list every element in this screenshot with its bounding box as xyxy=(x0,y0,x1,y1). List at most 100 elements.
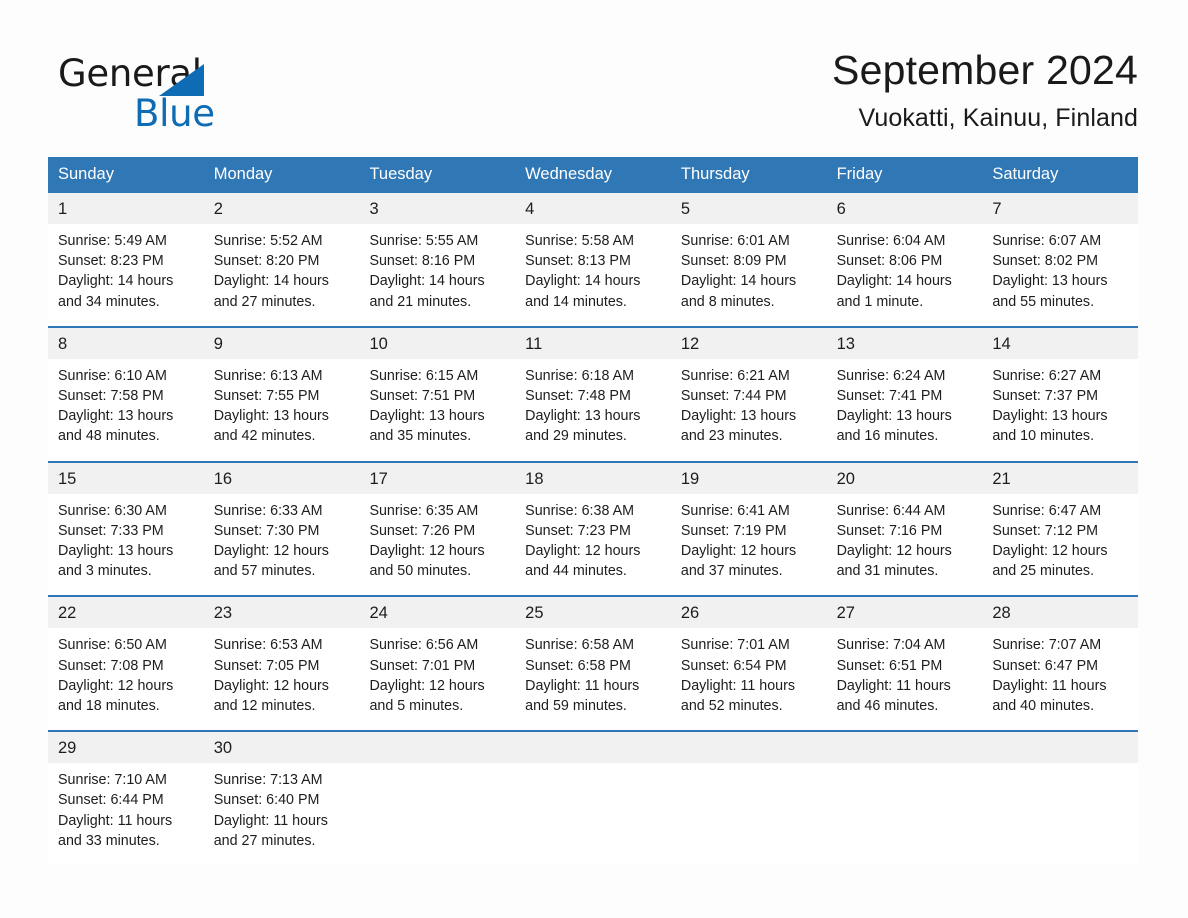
day-number[interactable]: 24 xyxy=(359,597,515,628)
day-detail-strip: Sunrise: 6:30 AM Sunset: 7:33 PM Daylight:… xyxy=(48,493,1139,596)
daylight-2-text: and 10 minutes. xyxy=(992,428,1095,445)
day-cell[interactable]: Sunrise: 6:41 AM Sunset: 7:19 PM Daylight:… xyxy=(670,493,827,596)
daylight-1-text: Daylight: 13 hours xyxy=(525,408,641,425)
day-number[interactable]: 19 xyxy=(671,463,827,494)
daylight-1-text: Daylight: 13 hours xyxy=(992,273,1108,290)
day-number[interactable]: 3 xyxy=(359,193,515,224)
sunrise-text: Sunrise: 6:58 AM xyxy=(525,637,635,654)
page-header: General Blue September 2024 Vuokatti, Ka… xyxy=(48,44,1138,144)
daylight-2-text: and 55 minutes. xyxy=(992,293,1095,310)
day-number[interactable]: 25 xyxy=(515,597,671,628)
daylight-2-text: and 33 minutes. xyxy=(58,832,160,849)
daylight-1-text: Daylight: 12 hours xyxy=(213,543,329,560)
day-cell[interactable]: Sunrise: 6:30 AM Sunset: 7:33 PM Daylight:… xyxy=(48,493,204,596)
sunrise-text: Sunrise: 6:27 AM xyxy=(992,367,1102,384)
sunset-text: Sunset: 8:02 PM xyxy=(992,253,1099,270)
weekday-header-tuesday: Tuesday xyxy=(369,165,433,183)
sunrise-text: Sunrise: 6:04 AM xyxy=(836,233,946,249)
day-number[interactable]: 7 xyxy=(982,193,1138,224)
sunrise-text: Sunrise: 5:58 AM xyxy=(525,233,635,249)
weekday-header-thursday: Thursday xyxy=(680,165,750,183)
day-cell[interactable]: Sunrise: 6:21 AM Sunset: 7:44 PM Daylight:… xyxy=(670,358,827,461)
day-number[interactable]: 4 xyxy=(515,193,671,224)
day-cell[interactable]: Sunrise: 6:44 AM Sunset: 7:16 PM Daylight:… xyxy=(826,493,983,596)
day-number[interactable]: 14 xyxy=(982,328,1138,359)
day-cell[interactable]: Sunrise: 6:35 AM Sunset: 7:26 PM Daylight:… xyxy=(359,493,516,596)
daylight-1-text: Daylight: 14 hours xyxy=(836,273,952,290)
day-number[interactable]: 20 xyxy=(827,463,983,494)
day-number[interactable]: 29 xyxy=(48,732,204,763)
day-number[interactable]: 30 xyxy=(204,732,360,763)
day-cell[interactable]: Sunrise: 7:07 AM Sunset: 6:47 PM Daylight:… xyxy=(982,628,1139,731)
day-cell[interactable]: Sunrise: 7:01 AM Sunset: 6:54 PM Daylight:… xyxy=(670,628,827,731)
day-cell[interactable]: Sunrise: 5:55 AM Sunset: 8:16 PM Daylight:… xyxy=(359,224,516,326)
day-number[interactable]: 9 xyxy=(204,328,360,359)
day-cell[interactable]: Sunrise: 6:27 AM Sunset: 7:37 PM Daylight:… xyxy=(982,358,1139,461)
day-cell[interactable]: Sunrise: 6:07 AM Sunset: 8:02 PM Daylight:… xyxy=(982,224,1139,326)
day-number[interactable]: 6 xyxy=(827,193,983,224)
daylight-2-text: and 8 minutes. xyxy=(680,293,775,310)
daylight-2-text: and 52 minutes. xyxy=(680,698,783,715)
day-cell[interactable]: Sunrise: 5:58 AM Sunset: 8:13 PM Daylight:… xyxy=(515,224,671,326)
day-number[interactable]: 11 xyxy=(515,328,671,359)
day-number[interactable]: 8 xyxy=(48,328,204,359)
sunset-text: Sunset: 7:01 PM xyxy=(369,657,476,674)
day-number[interactable]: 2 xyxy=(204,193,360,224)
day-cell[interactable]: Sunrise: 5:52 AM Sunset: 8:20 PM Daylight:… xyxy=(203,224,360,326)
day-cell[interactable]: Sunrise: 6:18 AM Sunset: 7:48 PM Daylight:… xyxy=(515,358,671,461)
daylight-2-text: and 12 minutes. xyxy=(213,698,316,715)
day-cell[interactable]: Sunrise: 6:53 AM Sunset: 7:05 PM Daylight:… xyxy=(203,628,360,731)
day-cell[interactable]: Sunrise: 6:33 AM Sunset: 7:30 PM Daylight:… xyxy=(203,493,360,596)
sunrise-text: Sunrise: 7:04 AM xyxy=(836,637,946,654)
day-number[interactable]: 1 xyxy=(48,193,204,224)
day-cell[interactable]: Sunrise: 6:58 AM Sunset: 6:58 PM Daylight:… xyxy=(515,628,671,731)
day-number-strip: 22 23 24 25 26 27 28 xyxy=(48,597,1138,629)
day-cell[interactable]: Sunrise: 6:47 AM Sunset: 7:12 PM Daylight:… xyxy=(982,493,1139,596)
day-number[interactable]: 15 xyxy=(48,463,204,494)
daylight-2-text: and 27 minutes. xyxy=(213,293,316,310)
day-number[interactable]: 21 xyxy=(982,463,1138,494)
sunset-text: Sunset: 7:05 PM xyxy=(213,657,320,674)
daylight-2-text: and 35 minutes. xyxy=(369,428,472,445)
day-number[interactable]: 16 xyxy=(204,463,360,494)
sunset-text: Sunset: 7:19 PM xyxy=(680,522,787,539)
day-cell[interactable]: Sunrise: 6:13 AM Sunset: 7:55 PM Daylight:… xyxy=(203,358,360,461)
day-number[interactable]: 23 xyxy=(204,597,360,628)
day-number[interactable]: 17 xyxy=(359,463,515,494)
sunset-text: Sunset: 6:58 PM xyxy=(525,657,631,674)
day-cell-empty xyxy=(670,763,827,866)
day-cell[interactable]: Sunrise: 7:10 AM Sunset: 6:44 PM Daylight:… xyxy=(48,763,204,866)
day-cell[interactable]: Sunrise: 6:50 AM Sunset: 7:08 PM Daylight:… xyxy=(48,628,204,731)
day-cell[interactable]: Sunrise: 5:49 AM Sunset: 8:23 PM Daylight:… xyxy=(48,224,204,326)
day-number-empty xyxy=(671,732,827,763)
day-number[interactable]: 13 xyxy=(827,328,983,359)
day-number[interactable]: 28 xyxy=(982,597,1138,628)
day-number[interactable]: 27 xyxy=(827,597,983,628)
day-cell[interactable]: Sunrise: 6:15 AM Sunset: 7:51 PM Daylight:… xyxy=(359,358,516,461)
day-cell[interactable]: Sunrise: 6:24 AM Sunset: 7:41 PM Daylight:… xyxy=(826,358,983,461)
day-number[interactable]: 26 xyxy=(671,597,827,628)
day-number[interactable]: 5 xyxy=(671,193,827,224)
day-cell[interactable]: Sunrise: 6:56 AM Sunset: 7:01 PM Daylight:… xyxy=(359,628,516,731)
day-cell[interactable]: Sunrise: 6:04 AM Sunset: 8:06 PM Daylight:… xyxy=(826,224,983,326)
day-cell[interactable]: Sunrise: 6:10 AM Sunset: 7:58 PM Daylight:… xyxy=(48,358,204,461)
calendar-week-row: 8 9 10 11 12 13 14 Sunrise: 6:10 AM Sunset: 7:58… xyxy=(48,325,1139,461)
sunset-text: Sunset: 8:16 PM xyxy=(369,253,476,270)
daylight-1-text: Daylight: 13 hours xyxy=(680,408,797,425)
sunrise-text: Sunrise: 6:47 AM xyxy=(992,502,1102,519)
daylight-1-text: Daylight: 11 hours xyxy=(525,677,640,694)
day-number[interactable]: 12 xyxy=(671,328,827,359)
day-cell[interactable]: Sunrise: 7:04 AM Sunset: 6:51 PM Daylight:… xyxy=(826,628,983,731)
daylight-1-text: Daylight: 11 hours xyxy=(680,677,796,694)
day-number-empty xyxy=(827,732,983,763)
calendar-week-row: 15 16 17 18 19 20 21 Sunrise: 6:30 AM Sunset: 7:… xyxy=(48,460,1139,596)
sunset-text: Sunset: 8:20 PM xyxy=(213,253,320,270)
day-number[interactable]: 22 xyxy=(48,597,204,628)
day-number[interactable]: 18 xyxy=(515,463,671,494)
day-cell[interactable]: Sunrise: 7:13 AM Sunset: 6:40 PM Daylight:… xyxy=(203,763,360,866)
day-cell[interactable]: Sunrise: 6:01 AM Sunset: 8:09 PM Daylight:… xyxy=(670,224,827,326)
page-subtitle: Vuokatti, Kainuu, Finland xyxy=(858,104,1138,132)
day-cell[interactable]: Sunrise: 6:38 AM Sunset: 7:23 PM Daylight:… xyxy=(515,493,671,596)
daylight-2-text: and 34 minutes. xyxy=(58,293,160,310)
day-number[interactable]: 10 xyxy=(359,328,515,359)
